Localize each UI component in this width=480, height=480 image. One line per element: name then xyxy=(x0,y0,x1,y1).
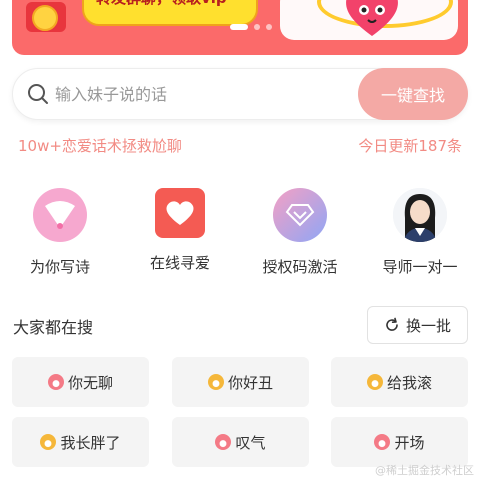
quick-action-label: 导师一对一 xyxy=(382,258,458,276)
refresh-label: 换一批 xyxy=(405,316,451,335)
fan-icon xyxy=(33,188,87,242)
tagline: 10w+恋爱话术拯救尬聊 xyxy=(18,137,182,155)
heart-mascot-icon xyxy=(346,0,398,36)
flame-icon xyxy=(207,374,224,390)
coin-icon xyxy=(32,5,58,31)
carousel-indicator xyxy=(230,24,272,30)
quick-action-mentor[interactable]: 导师一对一 xyxy=(380,188,460,278)
search-input[interactable] xyxy=(55,81,355,107)
flame-icon xyxy=(215,434,232,450)
mentor-avatar xyxy=(393,188,447,242)
diamond-icon xyxy=(273,188,327,242)
quick-action-label: 为你写诗 xyxy=(29,258,90,276)
search-tag-label: 你无聊 xyxy=(67,373,113,392)
refresh-icon xyxy=(386,317,398,331)
search-tag[interactable]: 给我滚 xyxy=(331,357,468,407)
heart-icon xyxy=(155,188,205,238)
quick-action-label: 授权码激活 xyxy=(262,258,338,276)
quick-action-label: 在线寻爱 xyxy=(149,254,210,272)
flame-icon xyxy=(40,434,57,450)
search-tag-label: 开场 xyxy=(394,433,425,452)
banner-text: 转发群聊，领取vip xyxy=(96,0,227,8)
search-tag-label: 你好丑 xyxy=(227,373,273,392)
search-tag[interactable]: 开场 xyxy=(331,417,468,467)
search-tag-label: 给我滚 xyxy=(386,373,432,392)
search-bar: 一键查找 xyxy=(12,68,468,120)
refresh-button[interactable]: 换一批 xyxy=(367,306,468,344)
flame-icon xyxy=(47,374,64,390)
search-tag-label: 叹气 xyxy=(235,433,266,452)
hot-search-title: 大家都在搜 xyxy=(13,318,94,337)
flame-icon xyxy=(366,374,383,390)
quick-action-love[interactable]: 在线寻爱 xyxy=(140,188,220,278)
watermark: @稀土掘金技术社区 xyxy=(375,464,474,477)
search-tag[interactable]: 你好丑 xyxy=(172,357,309,407)
promo-banner[interactable]: 转发群聊，领取vip xyxy=(12,0,468,55)
search-tag[interactable]: 我长胖了 xyxy=(12,417,149,467)
search-button[interactable]: 一键查找 xyxy=(358,68,468,120)
search-icon xyxy=(28,84,48,104)
update-count: 今日更新187条 xyxy=(358,137,462,155)
quick-action-poem[interactable]: 为你写诗 xyxy=(20,188,100,278)
search-tag-label: 我长胖了 xyxy=(60,433,121,452)
carousel-dot[interactable] xyxy=(266,24,272,30)
flame-icon xyxy=(374,434,391,450)
search-tag[interactable]: 你无聊 xyxy=(12,357,149,407)
carousel-dot[interactable] xyxy=(230,24,248,30)
quick-action-activate[interactable]: 授权码激活 xyxy=(260,188,340,278)
carousel-dot[interactable] xyxy=(254,24,260,30)
search-tag[interactable]: 叹气 xyxy=(172,417,309,467)
